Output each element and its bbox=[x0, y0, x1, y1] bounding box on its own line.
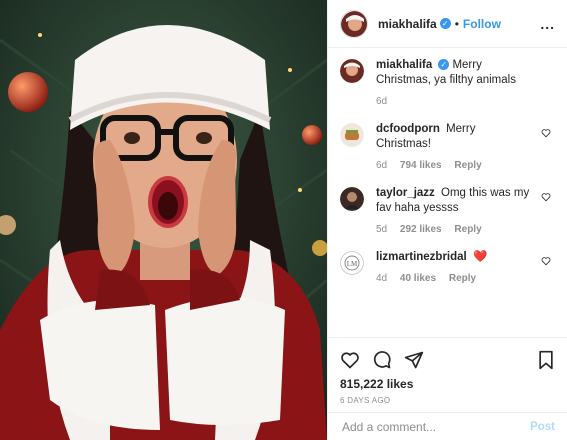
comment-time[interactable]: 6d bbox=[376, 160, 387, 171]
comment-bubble-icon[interactable] bbox=[372, 350, 392, 370]
share-send-icon[interactable] bbox=[404, 350, 424, 370]
post-photo[interactable] bbox=[0, 0, 327, 440]
avatar[interactable] bbox=[340, 9, 368, 38]
action-icons bbox=[340, 344, 555, 376]
verified-badge-icon: ✓ bbox=[438, 59, 450, 71]
caption: miakhalifa ✓ Merry Christmas, ya filthy a… bbox=[340, 58, 555, 109]
more-options-icon[interactable]: ... bbox=[540, 16, 555, 32]
fur-cuff-right bbox=[165, 297, 285, 425]
comment-username[interactable]: dcfoodporn bbox=[376, 123, 440, 135]
avatar[interactable] bbox=[340, 187, 364, 211]
likes-count[interactable]: 815,222 likes bbox=[340, 377, 555, 391]
comment-likes[interactable]: 292 likes bbox=[400, 224, 442, 235]
comment-time[interactable]: 5d bbox=[376, 224, 387, 235]
post-comment-button[interactable]: Post bbox=[530, 421, 555, 433]
header-username[interactable]: miakhalifa bbox=[378, 17, 437, 31]
reply-button[interactable]: Reply bbox=[449, 273, 476, 284]
separator-dot: • bbox=[454, 16, 459, 31]
like-comment-heart-icon[interactable] bbox=[541, 256, 551, 266]
post-actions: 815,222 likes 6 DAYS AGO bbox=[328, 337, 567, 412]
post-header: miakhalifa ✓ • Follow ... bbox=[328, 0, 567, 48]
avatar[interactable] bbox=[340, 59, 364, 83]
comment-time[interactable]: 4d bbox=[376, 273, 387, 284]
post-date[interactable]: 6 DAYS AGO bbox=[340, 396, 555, 405]
avatar[interactable]: LM bbox=[340, 251, 364, 275]
avatar[interactable] bbox=[340, 123, 364, 147]
follow-button[interactable]: Follow bbox=[463, 17, 501, 31]
caption-username[interactable]: miakhalifa bbox=[376, 59, 432, 71]
ornament bbox=[8, 72, 48, 112]
comment-username[interactable]: taylor_jazz bbox=[376, 187, 435, 199]
comment-item: taylor_jazz Omg this was my fav haha yes… bbox=[340, 186, 555, 237]
add-comment-input[interactable] bbox=[340, 418, 531, 435]
comment-likes[interactable]: 794 likes bbox=[400, 160, 442, 171]
verified-badge-icon: ✓ bbox=[439, 18, 451, 29]
reply-button[interactable]: Reply bbox=[454, 160, 481, 171]
like-comment-heart-icon[interactable] bbox=[541, 192, 551, 202]
like-heart-icon[interactable] bbox=[340, 350, 360, 370]
svg-text:LM: LM bbox=[347, 260, 358, 268]
comment-username[interactable]: lizmartinezbridal bbox=[376, 251, 467, 263]
comment-text: ❤️ bbox=[472, 251, 488, 263]
comments-list[interactable]: miakhalifa ✓ Merry Christmas, ya filthy a… bbox=[328, 48, 567, 336]
comment-item: dcfoodporn Merry Christmas! 6d 794 likes… bbox=[340, 122, 555, 173]
comment-item: LM lizmartinezbridal ❤️ 4d 40 likes Repl… bbox=[340, 250, 555, 286]
comment-likes[interactable]: 40 likes bbox=[400, 273, 436, 284]
add-comment-bar: Post bbox=[328, 412, 567, 440]
post-image bbox=[0, 0, 327, 440]
reply-button[interactable]: Reply bbox=[454, 224, 481, 235]
bookmark-save-icon[interactable] bbox=[537, 350, 555, 370]
like-comment-heart-icon[interactable] bbox=[541, 128, 551, 138]
caption-time[interactable]: 6d bbox=[376, 96, 387, 107]
instagram-post: miakhalifa ✓ • Follow ... miakhalifa ✓ Me… bbox=[0, 0, 567, 440]
post-sidebar: miakhalifa ✓ • Follow ... miakhalifa ✓ Me… bbox=[327, 0, 567, 440]
